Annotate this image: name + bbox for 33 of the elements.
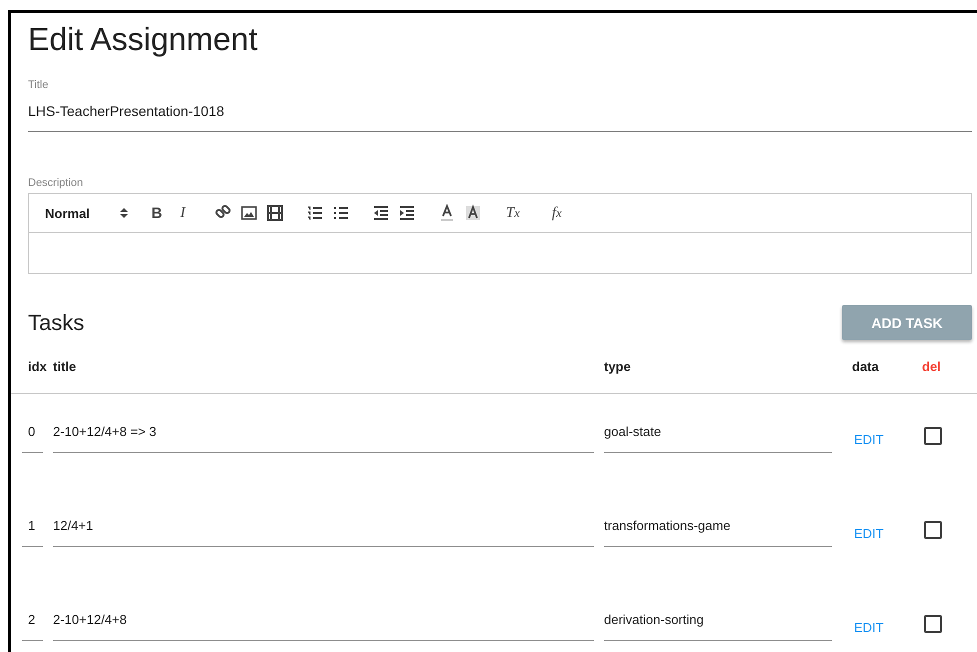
index-field[interactable]: 2 [22,602,43,641]
delete-checkbox[interactable] [924,615,942,633]
field-label: Title [28,79,50,91]
column-header: idx [28,359,48,374]
title-input[interactable]: 2-10+12/4+8 => 3 [53,414,594,453]
column-header: del [922,359,942,374]
column-header: title [53,359,78,374]
updown-icon [120,208,128,218]
format-select[interactable]: Normal [45,206,128,220]
image-icon[interactable] [240,204,258,222]
title-input[interactable]: 2-10+12/4+8 [53,602,594,641]
page-title: Edit Assignment [28,20,258,59]
format-button[interactable]: I [174,204,192,222]
delete-checkbox[interactable] [924,521,942,539]
delete-checkbox[interactable] [924,427,942,445]
type-input[interactable]: derivation-sorting [604,602,832,641]
film-icon[interactable] [266,204,284,222]
highlight-icon[interactable] [464,204,482,222]
format-button[interactable]: B [148,204,166,222]
title-field[interactable]: LHS-TeacherPresentation-1018 [28,103,972,132]
column-header: data [852,359,880,374]
numbered-list-icon[interactable] [306,204,324,222]
type-input[interactable]: transformations-game [604,508,832,547]
column-header: type [604,359,632,374]
index-field[interactable]: 0 [22,414,43,453]
indent-icon[interactable] [398,204,416,222]
title-input[interactable]: 12/4+1 [53,508,594,547]
bullet-list-icon[interactable] [332,204,350,222]
section-title: Tasks [28,310,84,336]
field-label: Description [28,177,84,189]
outdent-icon[interactable] [372,204,390,222]
index-field[interactable]: 1 [22,508,43,547]
type-input[interactable]: goal-state [604,414,832,453]
